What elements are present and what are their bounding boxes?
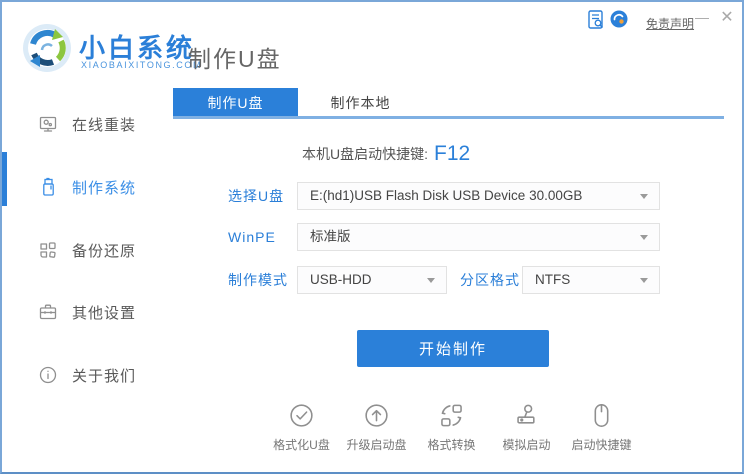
sidebar-item-about-us[interactable]: 关于我们 bbox=[2, 358, 172, 392]
stamp-icon bbox=[513, 402, 540, 429]
close-button[interactable]: ✕ bbox=[714, 2, 740, 32]
tool-label: 格式化U盘 bbox=[273, 438, 330, 452]
make-mode-label: 制作模式 bbox=[228, 272, 288, 288]
footer-toolbar: 格式化U盘 升级启动盘 格式转换 模拟启动 启动快捷键 bbox=[264, 402, 640, 453]
boot-hotkey-label: 本机U盘启动快捷键: bbox=[302, 146, 428, 162]
sidebar-item-backup-restore[interactable]: 备份还原 bbox=[2, 233, 172, 267]
app-logo-icon bbox=[22, 23, 72, 73]
tool-simulate-boot[interactable]: 模拟启动 bbox=[489, 402, 564, 453]
sidebar-item-online-reinstall[interactable]: 在线重装 bbox=[2, 107, 172, 141]
winpe-dropdown[interactable]: 标准版 bbox=[297, 223, 660, 251]
sidebar-item-label: 制作系统 bbox=[72, 179, 137, 197]
sidebar-item-make-system[interactable]: 制作系统 bbox=[2, 170, 172, 204]
toolbox-icon bbox=[38, 302, 58, 322]
usb-select-dropdown[interactable]: E:(hd1)USB Flash Disk USB Device 30.00GB bbox=[297, 182, 660, 210]
page-title: 制作U盘 bbox=[188, 46, 282, 72]
usb-select-label: 选择U盘 bbox=[228, 188, 285, 204]
monitor-icon bbox=[38, 114, 58, 134]
brand-domain: XIAOBAIXITONG.COM bbox=[81, 60, 203, 70]
tool-upgrade-boot-disk[interactable]: 升级启动盘 bbox=[339, 402, 414, 453]
chevron-down-icon bbox=[640, 235, 648, 240]
partition-format-value: NTFS bbox=[535, 272, 571, 287]
make-mode-value: USB-HDD bbox=[310, 272, 372, 287]
winpe-label: WinPE bbox=[228, 229, 276, 245]
tab-make-local[interactable]: 制作本地 bbox=[298, 88, 423, 118]
tab-make-usb[interactable]: 制作U盘 bbox=[173, 88, 298, 118]
tab-underline bbox=[173, 116, 724, 119]
sidebar-item-label: 备份还原 bbox=[72, 242, 137, 260]
backup-grid-icon bbox=[38, 240, 58, 260]
tool-label: 启动快捷键 bbox=[571, 438, 632, 452]
tool-format-convert[interactable]: 格式转换 bbox=[414, 402, 489, 453]
usb-select-value: E:(hd1)USB Flash Disk USB Device 30.00GB bbox=[310, 188, 583, 203]
sidebar-item-label: 其他设置 bbox=[72, 304, 137, 322]
chevron-down-icon bbox=[427, 278, 435, 283]
arrow-up-circle-icon bbox=[363, 402, 390, 429]
make-mode-dropdown[interactable]: USB-HDD bbox=[297, 266, 447, 294]
sidebar-item-label: 关于我们 bbox=[72, 367, 137, 385]
info-circle-icon bbox=[38, 365, 58, 385]
app-window: 小白系统 XIAOBAIXITONG.COM 制作U盘 免责声明 — ✕ 在线重… bbox=[0, 0, 744, 474]
usb-drive-icon bbox=[38, 177, 58, 197]
boot-hotkey-value: F12 bbox=[434, 142, 471, 165]
tool-boot-hotkey[interactable]: 启动快捷键 bbox=[564, 402, 639, 453]
tool-label: 格式转换 bbox=[427, 438, 476, 452]
tool-format-usb[interactable]: 格式化U盘 bbox=[264, 402, 339, 453]
boot-hotkey-row: 本机U盘启动快捷键: F12 bbox=[302, 142, 470, 166]
license-icon[interactable] bbox=[588, 10, 604, 30]
convert-icon bbox=[438, 402, 465, 429]
service-icon[interactable] bbox=[610, 10, 628, 28]
sidebar-item-label: 在线重装 bbox=[72, 116, 137, 134]
disclaimer-link[interactable]: 免责声明 bbox=[646, 15, 694, 32]
mouse-icon bbox=[588, 402, 615, 429]
tool-label: 模拟启动 bbox=[502, 438, 551, 452]
chevron-down-icon bbox=[640, 278, 648, 283]
winpe-value: 标准版 bbox=[310, 229, 351, 244]
chevron-down-icon bbox=[640, 194, 648, 199]
start-make-button[interactable]: 开始制作 bbox=[357, 330, 549, 367]
minimize-button[interactable]: — bbox=[690, 2, 714, 32]
partition-format-dropdown[interactable]: NTFS bbox=[522, 266, 660, 294]
sidebar-item-other-settings[interactable]: 其他设置 bbox=[2, 295, 172, 329]
partition-format-label: 分区格式 bbox=[460, 272, 520, 288]
tool-label: 升级启动盘 bbox=[346, 438, 407, 452]
check-circle-icon bbox=[288, 402, 315, 429]
